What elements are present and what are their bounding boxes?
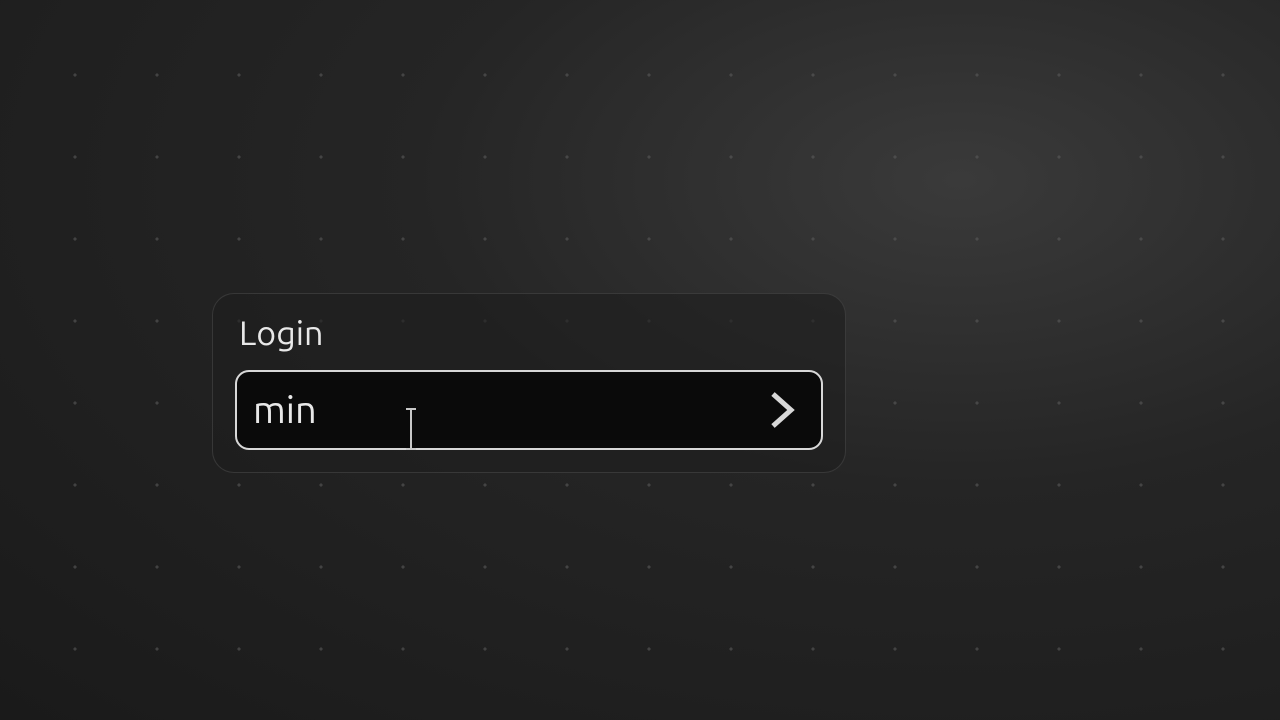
login-label: Login bbox=[239, 314, 823, 352]
submit-button[interactable] bbox=[761, 388, 805, 432]
chevron-right-icon bbox=[769, 390, 797, 430]
login-input-container bbox=[235, 370, 823, 450]
login-panel: Login bbox=[212, 293, 846, 473]
username-input[interactable] bbox=[253, 389, 761, 431]
